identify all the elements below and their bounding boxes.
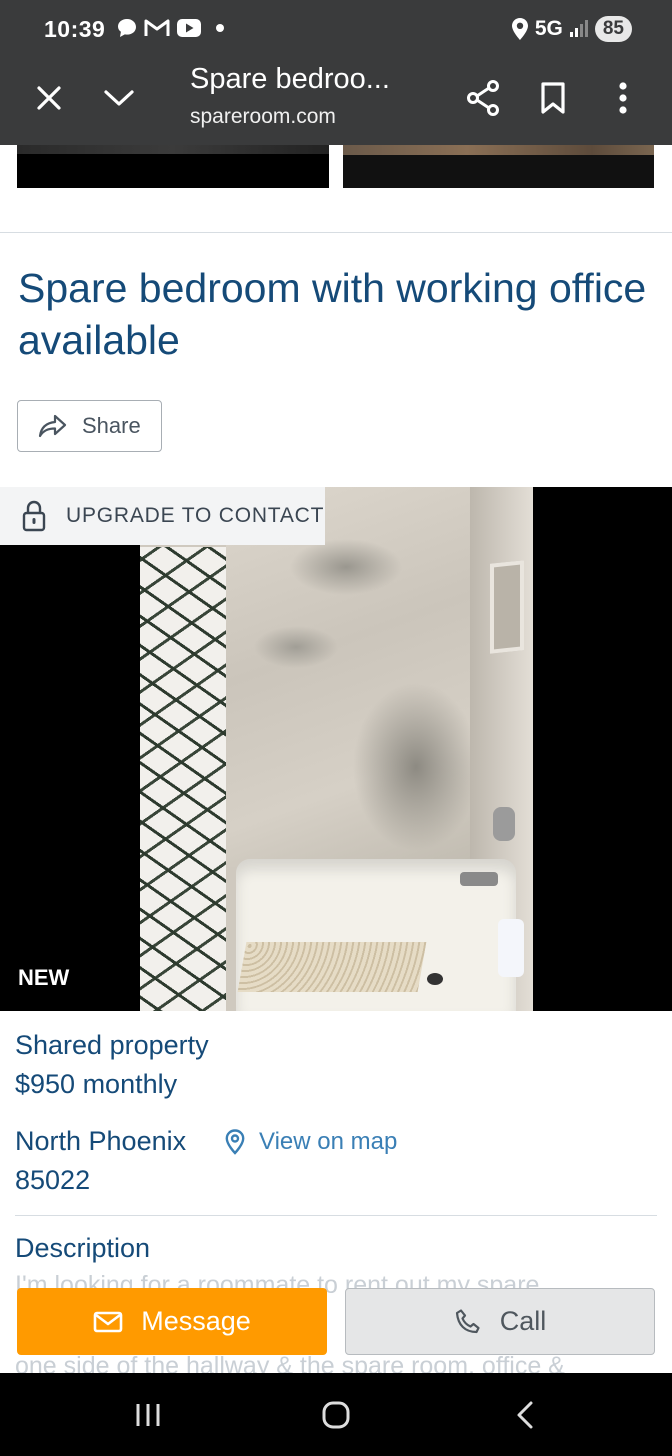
view-on-map-label: View on map	[259, 1128, 398, 1155]
bookmark-icon[interactable]	[531, 76, 575, 120]
view-on-map-link[interactable]: View on map	[225, 1128, 397, 1156]
notification-icons	[116, 17, 224, 39]
listing-title: Spare bedroom with working office availa…	[18, 265, 647, 363]
location-icon	[511, 18, 528, 40]
tab-domain: spareroom.com	[190, 105, 336, 128]
map-pin-icon	[225, 1129, 245, 1155]
photo-gallery[interactable]: NEW	[0, 487, 672, 1011]
battery-level: 85	[594, 16, 632, 42]
mail-icon	[93, 1311, 123, 1332]
zip-code: 85022	[15, 1165, 91, 1195]
shampoo-bottle	[498, 919, 524, 977]
more-notifications-dot	[216, 24, 224, 32]
close-icon[interactable]	[27, 76, 71, 120]
tab-title: Spare bedroo...	[190, 63, 390, 95]
status-right: 5G 85	[511, 16, 632, 42]
divider	[15, 1215, 657, 1216]
message-label: Message	[141, 1306, 251, 1336]
system-nav-bar	[0, 1373, 672, 1456]
soap-dish	[490, 560, 524, 654]
tub-spout	[460, 872, 498, 886]
share-icon[interactable]	[461, 76, 505, 120]
chevron-down-icon[interactable]	[97, 76, 141, 120]
more-vert-icon[interactable]	[601, 76, 645, 120]
thumbnail-photo[interactable]	[343, 145, 654, 188]
area-name: North Phoenix	[15, 1126, 187, 1156]
shower-curtain	[140, 547, 226, 1011]
gmail-icon	[144, 19, 170, 36]
new-badge: NEW	[18, 965, 70, 990]
signal-icon	[569, 20, 588, 37]
lock-icon	[22, 500, 46, 532]
property-type: Shared property	[15, 1030, 209, 1060]
listing-photo-bathroom	[140, 487, 533, 1011]
call-button[interactable]: Call	[345, 1288, 655, 1355]
status-time: 10:39	[44, 16, 106, 42]
share-button[interactable]: Share	[17, 400, 162, 452]
call-label: Call	[499, 1306, 547, 1336]
share-arrow-icon	[38, 414, 67, 438]
faucet-knob	[493, 807, 515, 841]
chat-icon	[118, 19, 136, 37]
status-bar: 10:39 5G 85	[0, 0, 672, 60]
divider	[0, 232, 672, 233]
tub-drain	[427, 973, 443, 985]
message-button[interactable]: Message	[17, 1288, 327, 1355]
back-icon[interactable]	[500, 1393, 550, 1437]
bath-mat	[237, 942, 427, 992]
youtube-icon	[177, 19, 201, 37]
custom-tab-toolbar: Spare bedroo... spareroom.com	[0, 60, 672, 145]
thumbnail-photo[interactable]	[17, 145, 329, 188]
network-type: 5G	[534, 17, 563, 40]
price: $950 monthly	[15, 1069, 178, 1099]
home-icon[interactable]	[311, 1393, 361, 1437]
recent-apps-icon[interactable]	[123, 1393, 173, 1437]
description-heading: Description	[15, 1233, 151, 1263]
share-label: Share	[82, 413, 141, 438]
phone-icon	[455, 1308, 480, 1333]
upgrade-label: UPGRADE TO CONTACT	[66, 504, 325, 527]
upgrade-to-contact-button[interactable]: UPGRADE TO CONTACT	[0, 487, 325, 545]
browser-header: 10:39 5G 85 Spare bedroo... spareroom.co…	[0, 0, 672, 145]
